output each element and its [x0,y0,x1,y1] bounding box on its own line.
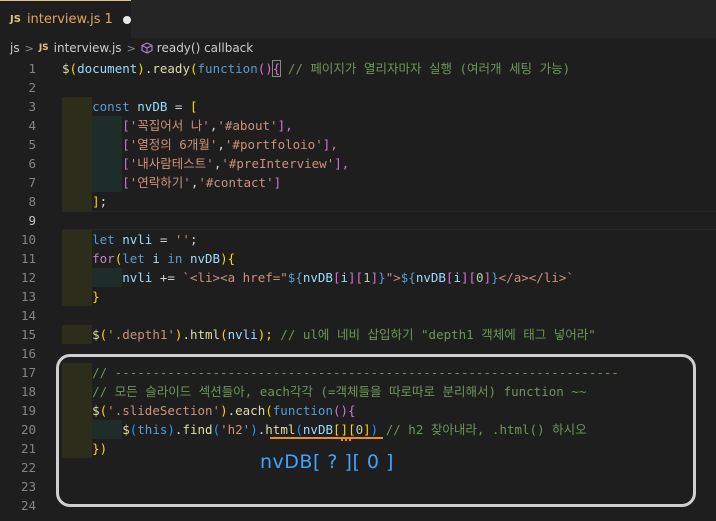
annotation-highlight-box [56,354,696,507]
code-line-1[interactable]: $(document).ready(function(){ // 페이지가 열리… [0,59,716,78]
line-number: 22 [20,460,36,475]
unsaved-dot-icon[interactable] [122,15,131,24]
breadcrumb-file[interactable]: interview.js [54,41,122,55]
code-line-11[interactable]: for(let i in nvDB){ [0,249,716,268]
breadcrumb-folder[interactable]: js [10,41,20,55]
code-line-8[interactable]: ]; [0,192,716,211]
tab-bar: JS interview.js 1 [0,0,716,38]
chevron-right-icon: > [126,41,136,55]
chevron-right-icon: > [24,41,34,55]
error-squiggle [341,436,351,441]
js-file-icon: JS [38,43,49,53]
breadcrumb: js > JS interview.js > ready() callback [0,38,716,58]
code-line-15[interactable]: $('.depth1').html(nvli); // ul에 네비 삽입하기 … [0,325,716,344]
line-number: 14 [20,308,36,323]
breadcrumb-symbol[interactable]: ready() callback [157,41,253,55]
line-number: 2 [28,80,36,95]
js-file-icon: JS [10,14,21,25]
annotation-underline [270,437,383,439]
line-number: 23 [20,479,36,494]
code-line-13[interactable]: } [0,287,716,306]
code-line-12[interactable]: nvli += `<li><a href="${nvDB[i][1]}">${n… [0,268,716,287]
current-line-highlight [62,211,716,230]
code-line-7[interactable]: ['연락하기','#contact'] [0,173,716,192]
code-line-4[interactable]: ['꼭집어서 나','#about'], [0,116,716,135]
tab-label: interview.js [26,12,101,27]
method-cube-icon [141,42,153,54]
line-number: 24 [20,498,36,513]
annotation-text: nvDB[ ? ][ 0 ] [260,451,394,473]
code-line-6[interactable]: ['내사람테스트','#preInterview'], [0,154,716,173]
line-number: 16 [20,346,36,361]
tab-interview-js[interactable]: JS interview.js 1 [0,0,131,38]
code-line-3[interactable]: const nvDB = [ [0,97,716,116]
code-line-10[interactable]: let nvli = ''; [0,230,716,249]
code-line-5[interactable]: ['열정의 6개월','#portfoloio'], [0,135,716,154]
problem-count-badge: 1 [104,12,113,27]
